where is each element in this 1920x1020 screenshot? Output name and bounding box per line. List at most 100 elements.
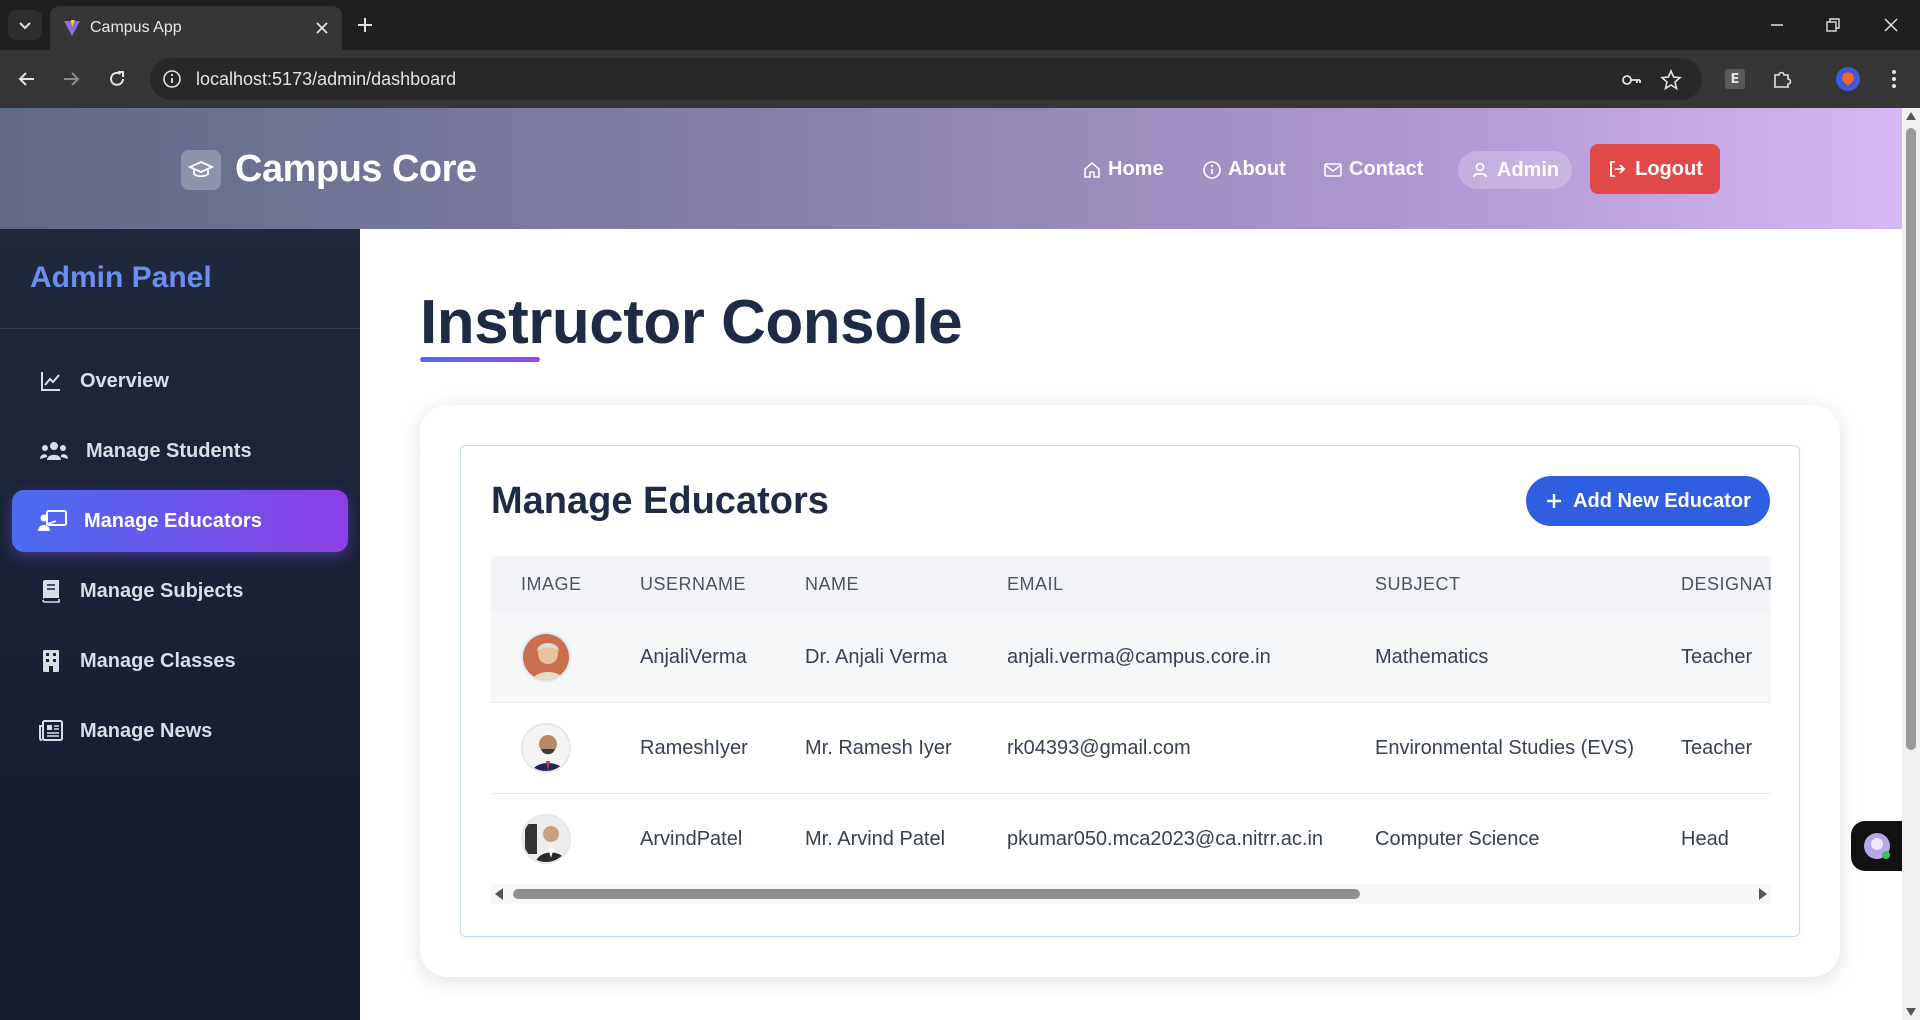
page-vertical-scrollbar[interactable] (1902, 108, 1920, 1020)
sidebar-item-news[interactable]: Manage News (12, 700, 348, 762)
mail-icon (1323, 160, 1343, 180)
designation-cell: Head (1681, 828, 1729, 850)
section-title: Manage Educators (491, 480, 829, 522)
arrow-left-icon (17, 69, 37, 89)
extension-e-button[interactable]: E (1721, 65, 1749, 93)
sidebar-divider (0, 328, 360, 329)
email-cell: rk04393@gmail.com (1007, 737, 1191, 759)
forward-button[interactable] (56, 64, 86, 94)
puzzle-icon (1771, 68, 1793, 90)
site-info-icon[interactable] (162, 69, 182, 89)
reload-button[interactable] (102, 64, 132, 94)
column-header: IMAGE (521, 574, 582, 594)
assistant-avatar-icon (1861, 830, 1893, 862)
sidebar-item-label: Manage News (80, 719, 213, 742)
designation-cell: Teacher (1681, 737, 1753, 759)
logout-button[interactable]: Logout (1590, 144, 1720, 194)
scroll-right-arrow-icon[interactable] (1759, 888, 1767, 900)
extensions-button[interactable] (1768, 65, 1796, 93)
username-cell: RameshIyer (640, 737, 748, 759)
profile-button[interactable] (1834, 65, 1862, 93)
sidebar-item-subjects[interactable]: Manage Subjects (12, 560, 348, 622)
table-horizontal-scrollbar[interactable] (491, 884, 1771, 904)
sidebar-item-overview[interactable]: Overview (12, 350, 348, 412)
logout-icon (1607, 159, 1627, 179)
close-icon[interactable] (312, 18, 332, 38)
email-cell: anjali.verma@campus.core.in (1007, 646, 1271, 668)
nav-about[interactable]: About (1202, 158, 1286, 181)
plus-icon (1545, 492, 1563, 510)
name-cell: Mr. Ramesh Iyer (805, 737, 952, 759)
table-row[interactable]: AnjaliVerma Dr. Anjali Verma anjali.verm… (491, 612, 1771, 703)
back-button[interactable] (12, 64, 42, 94)
educator-avatar (521, 814, 571, 864)
site-header: Campus Core Home About Contact Admin Log… (0, 108, 1902, 229)
column-header: DESIGNAT (1681, 574, 1771, 594)
url-text[interactable]: localhost:5173/admin/dashboard (196, 69, 456, 90)
nav-about-label: About (1228, 158, 1286, 180)
user-icon (1471, 161, 1489, 179)
floating-assistant-button[interactable] (1851, 821, 1902, 871)
star-icon[interactable] (1660, 69, 1682, 91)
brand-name[interactable]: Campus Core (235, 148, 477, 191)
sidebar-item-label: Manage Subjects (80, 579, 244, 602)
building-icon (38, 648, 64, 674)
users-icon (38, 438, 70, 464)
sidebar-item-classes[interactable]: Manage Classes (12, 630, 348, 692)
sidebar-item-label: Overview (80, 369, 169, 392)
scroll-up-arrow-icon[interactable] (1906, 112, 1916, 120)
sidebar-item-label: Manage Students (86, 439, 252, 462)
page-title: Instructor Console (420, 288, 963, 357)
address-bar[interactable]: localhost:5173/admin/dashboard (150, 58, 1702, 100)
username-cell: ArvindPatel (640, 828, 743, 850)
add-educator-label: Add New Educator (1573, 489, 1751, 512)
scroll-down-arrow-icon[interactable] (1906, 1008, 1916, 1016)
column-header: NAME (805, 574, 860, 594)
plus-icon (357, 17, 373, 33)
column-header: EMAIL (1007, 574, 1064, 594)
name-cell: Dr. Anjali Verma (805, 646, 948, 668)
email-cell: pkumar050.mca2023@ca.nitrr.ac.in (1007, 828, 1324, 850)
chart-line-icon (38, 368, 64, 394)
kebab-menu-icon (1891, 69, 1897, 89)
admin-profile-pill[interactable]: Admin (1458, 151, 1572, 189)
designation-cell: Teacher (1681, 646, 1753, 668)
sidebar-title: Admin Panel (30, 261, 212, 294)
reload-icon (107, 69, 127, 89)
new-tab-button[interactable] (352, 12, 378, 38)
educators-table: IMAGE USERNAME NAME EMAIL SUBJECT DESIGN… (491, 556, 1771, 916)
table-header: IMAGE USERNAME NAME EMAIL SUBJECT DESIGN… (491, 556, 1771, 612)
tab-title: Campus App (90, 19, 182, 36)
sidebar-item-educators[interactable]: Manage Educators (12, 490, 348, 552)
graduation-cap-icon (181, 150, 221, 190)
sidebar-item-label: Manage Classes (80, 649, 236, 672)
restore-icon (1826, 18, 1840, 32)
chalkboard-teacher-icon (38, 508, 68, 534)
restore-button[interactable] (1820, 12, 1846, 38)
table-row[interactable]: RameshIyer Mr. Ramesh Iyer rk04393@gmail… (491, 703, 1771, 794)
browser-tab[interactable]: Campus App (50, 6, 342, 50)
add-educator-button[interactable]: Add New Educator (1526, 476, 1770, 526)
scroll-left-arrow-icon[interactable] (495, 888, 503, 900)
title-underline (420, 357, 540, 362)
sidebar-item-students[interactable]: Manage Students (12, 420, 348, 482)
minimize-icon (1770, 18, 1784, 32)
browser-titlebar: Campus App (0, 0, 1920, 50)
extension-e-icon: E (1725, 69, 1745, 89)
brave-lion-icon (1836, 67, 1860, 91)
table-row[interactable]: ArvindPatel Mr. Arvind Patel pkumar050.m… (491, 794, 1771, 885)
browser-menu-button[interactable] (1880, 65, 1908, 93)
minimize-button[interactable] (1764, 12, 1790, 38)
scrollbar-thumb[interactable] (513, 889, 1360, 899)
nav-home[interactable]: Home (1082, 158, 1164, 181)
logout-label: Logout (1635, 157, 1703, 180)
sidebar-item-label: Manage Educators (84, 509, 262, 532)
tab-search-button[interactable] (8, 10, 42, 40)
window-close-button[interactable] (1878, 12, 1904, 38)
nav-contact[interactable]: Contact (1323, 158, 1423, 181)
page-scrollbar-thumb[interactable] (1906, 128, 1916, 750)
key-icon[interactable] (1620, 69, 1642, 91)
home-icon (1082, 160, 1102, 180)
subject-cell: Mathematics (1375, 646, 1489, 668)
subject-cell: Computer Science (1375, 828, 1540, 850)
